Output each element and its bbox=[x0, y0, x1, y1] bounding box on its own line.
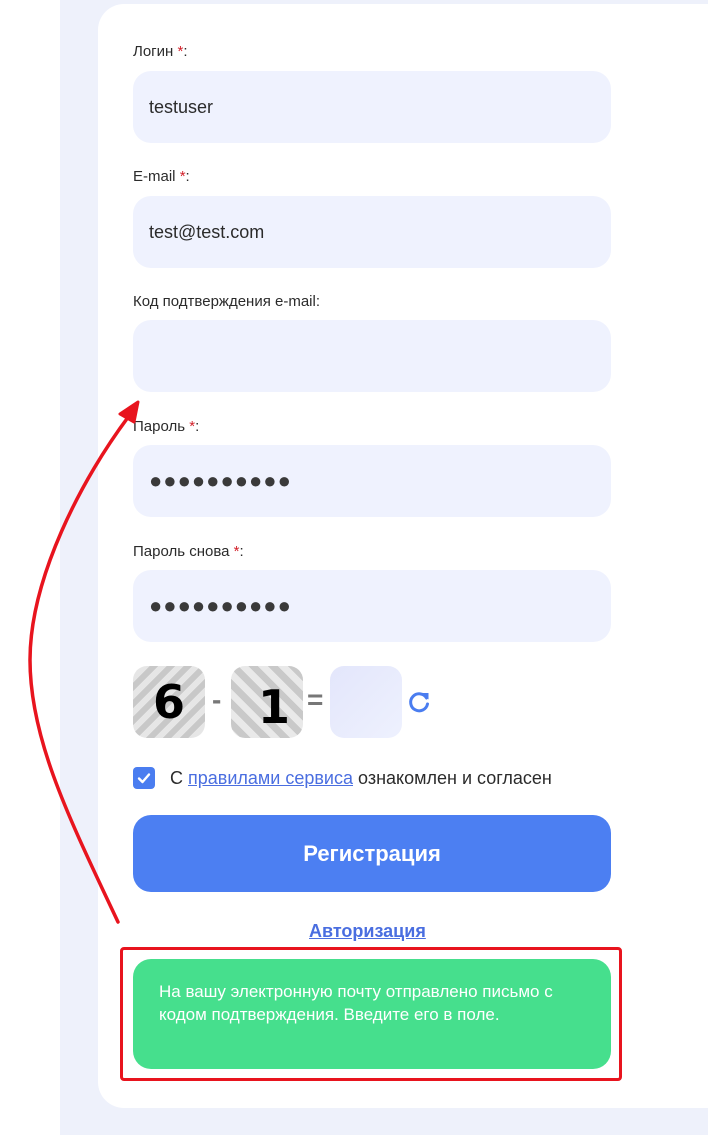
login-label-text: Логин bbox=[133, 43, 174, 60]
password-repeat-input-value: ●●●●●●●●●● bbox=[149, 593, 292, 618]
agreement-checkbox[interactable] bbox=[133, 767, 155, 789]
terms-link[interactable]: правилами сервиса bbox=[188, 768, 353, 789]
captcha-equals: = bbox=[307, 684, 324, 715]
captcha-operator: - bbox=[212, 684, 222, 715]
label-colon: : bbox=[185, 168, 190, 185]
captcha-left-digit: 6 bbox=[152, 675, 185, 729]
password-input[interactable]: ●●●●●●●●●● bbox=[133, 445, 611, 517]
label-colon: : bbox=[195, 418, 200, 435]
login-input-value: testuser bbox=[149, 96, 214, 117]
password-repeat-label-text: Пароль снова bbox=[133, 543, 230, 560]
email-label: E-mail *: bbox=[133, 168, 190, 185]
check-icon bbox=[137, 773, 151, 784]
captcha-image-right: 1 bbox=[231, 666, 303, 738]
login-label: Логин *: bbox=[133, 43, 188, 60]
captcha-answer-input[interactable] bbox=[330, 666, 402, 738]
notice-highlight-frame bbox=[120, 947, 622, 1081]
agreement-suffix: ознакомлен и согласен bbox=[358, 767, 552, 788]
password-label: Пароль *: bbox=[133, 418, 199, 435]
label-colon: : bbox=[239, 543, 244, 560]
captcha-image-left: 6 bbox=[133, 666, 205, 738]
agreement-prefix: С bbox=[170, 767, 183, 788]
refresh-icon[interactable] bbox=[406, 689, 432, 715]
email-code-label: Код подтверждения e-mail: bbox=[133, 293, 321, 310]
email-code-input[interactable] bbox=[133, 320, 611, 392]
captcha-right-digit: 1 bbox=[257, 680, 290, 734]
password-repeat-label: Пароль снова *: bbox=[133, 543, 244, 560]
password-input-value: ●●●●●●●●●● bbox=[149, 468, 292, 493]
email-input-value: test@test.com bbox=[149, 221, 265, 242]
register-button[interactable]: Регистрация bbox=[133, 815, 611, 892]
login-input[interactable]: testuser bbox=[133, 71, 611, 143]
email-input[interactable]: test@test.com bbox=[133, 196, 611, 268]
email-label-text: E-mail bbox=[133, 168, 176, 185]
agreement-row: С правилами сервиса ознакомлен и согласе… bbox=[133, 767, 552, 789]
authorization-link[interactable]: Авторизация bbox=[309, 921, 426, 942]
label-colon: : bbox=[183, 43, 188, 60]
password-label-text: Пароль bbox=[133, 418, 186, 435]
password-repeat-input[interactable]: ●●●●●●●●●● bbox=[133, 570, 611, 642]
